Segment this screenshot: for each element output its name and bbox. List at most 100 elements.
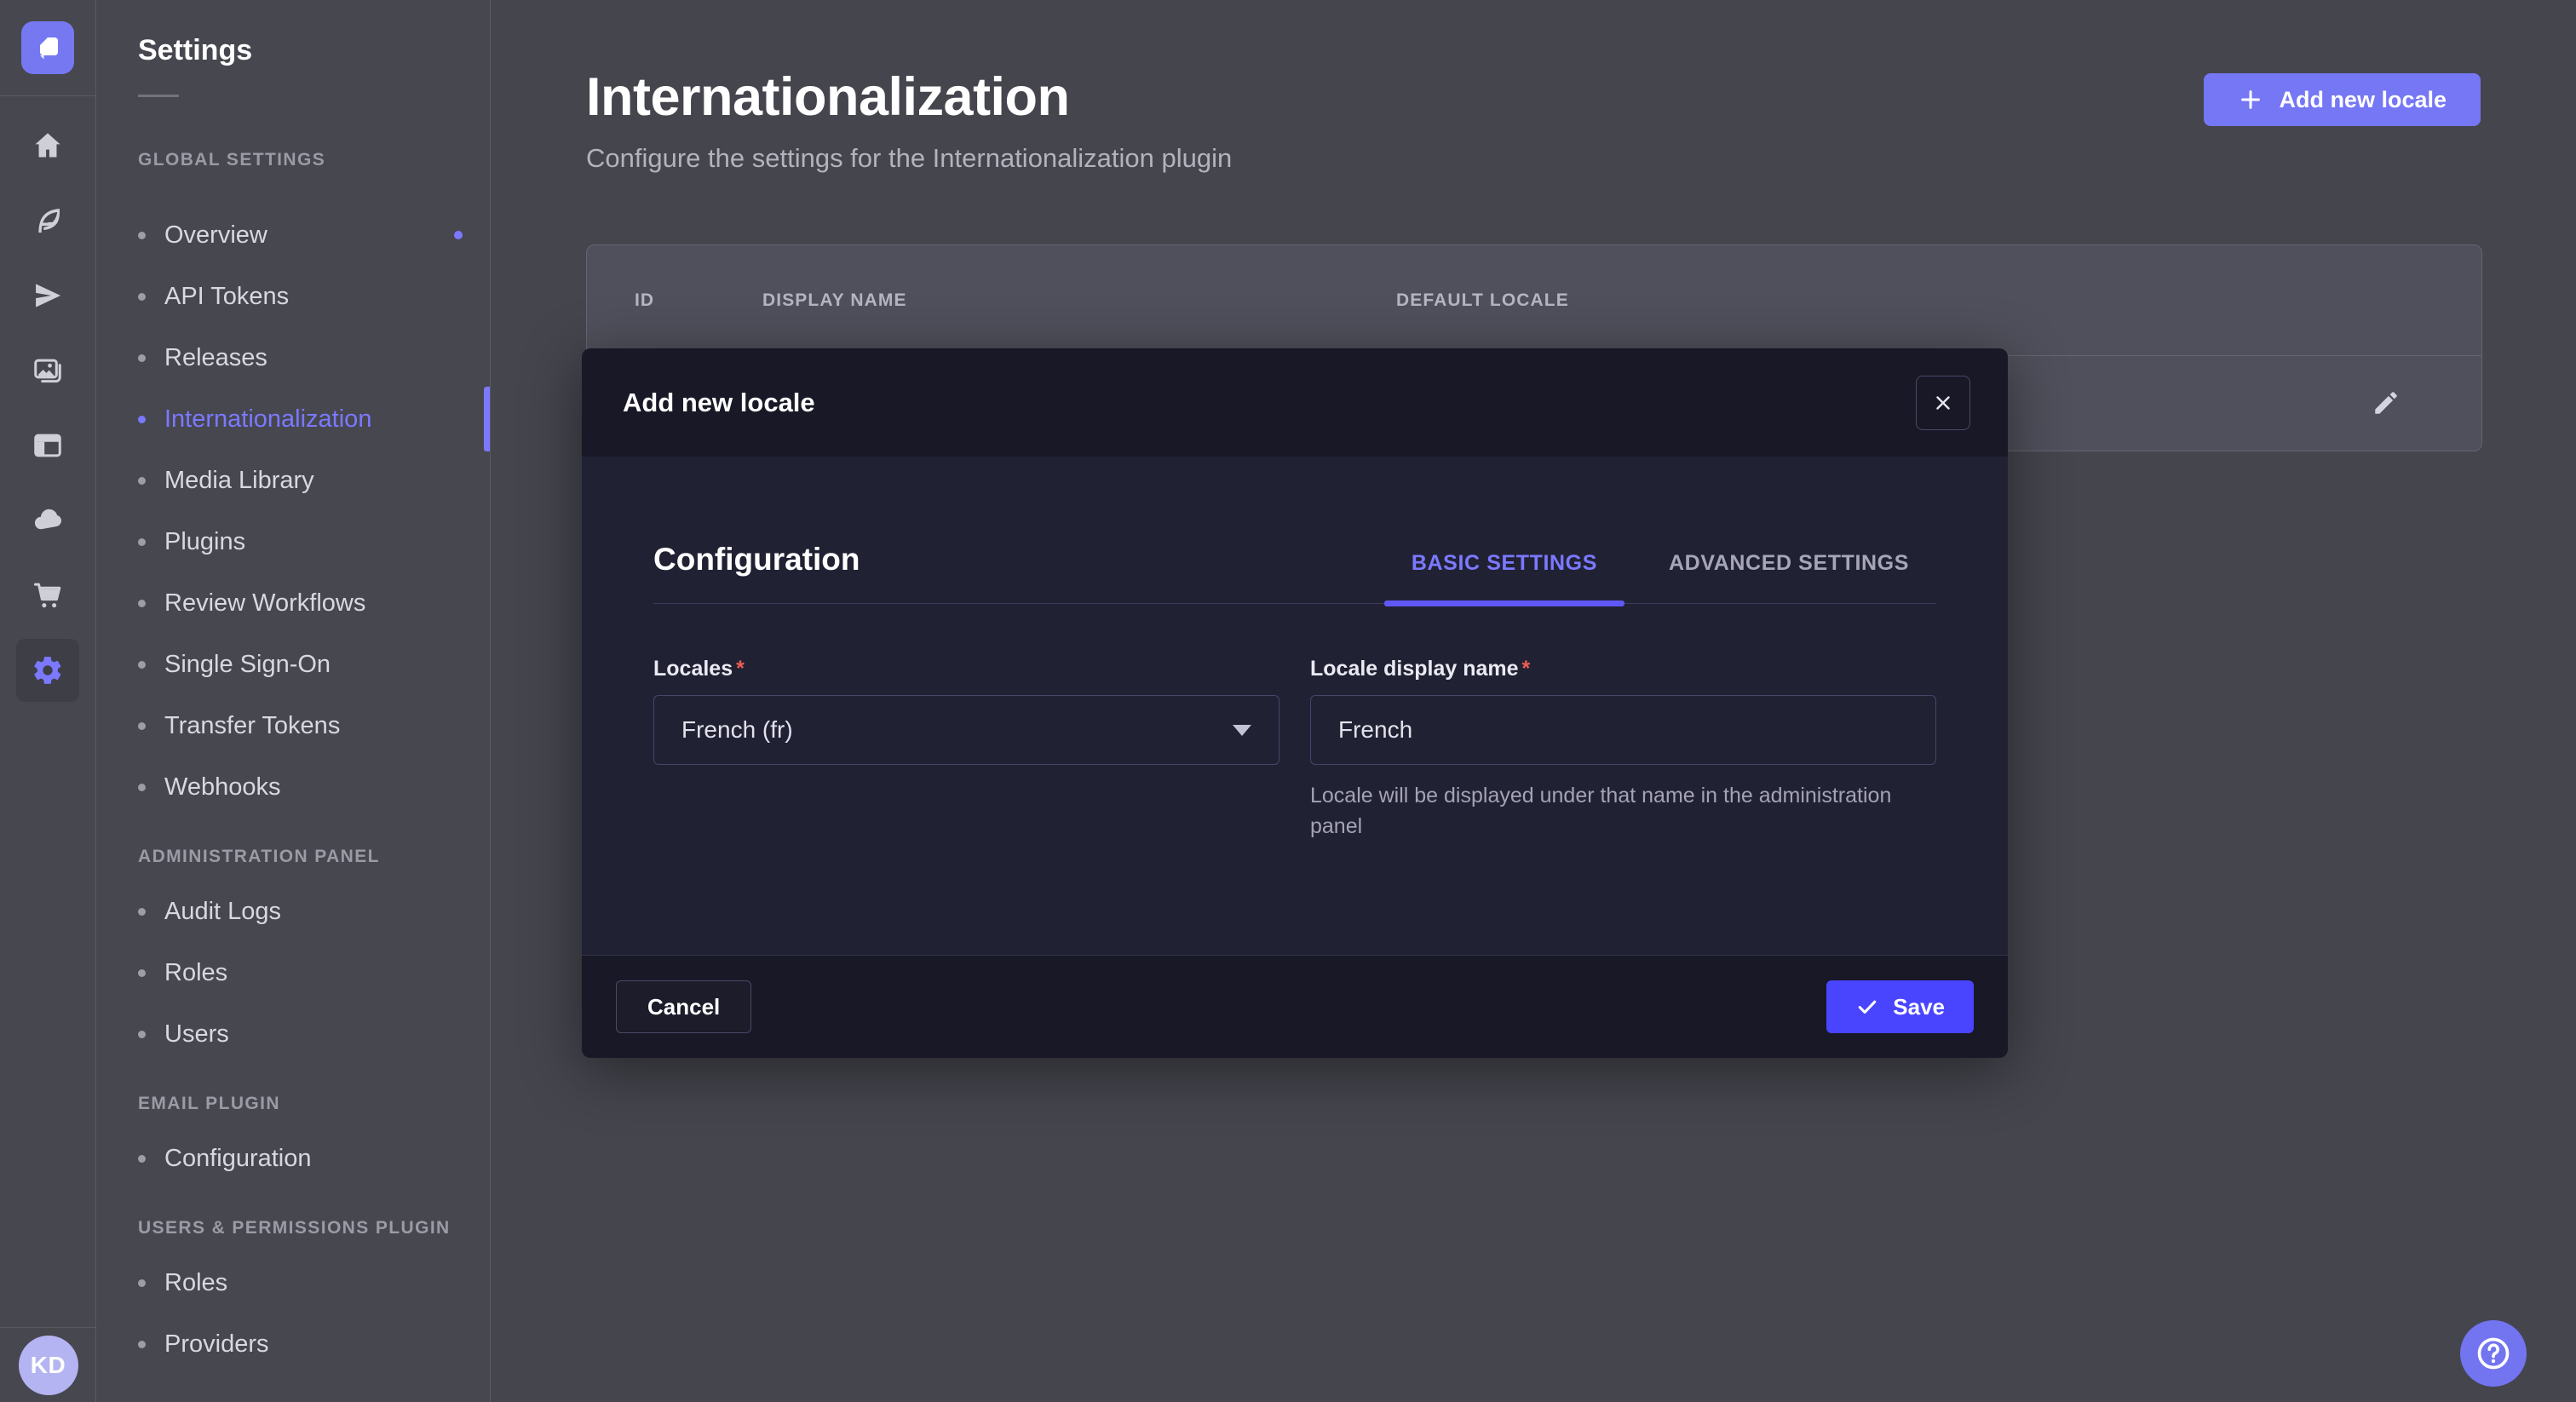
sidebar-item-review-workflows[interactable]: Review Workflows	[138, 572, 490, 634]
nav-items-email: Configuration	[138, 1128, 490, 1189]
nav-content-type-builder-link[interactable]	[0, 408, 96, 483]
strapi-logo-icon	[32, 32, 63, 63]
modal-fields: Locales* French (fr) Locale display name…	[653, 657, 1936, 842]
column-display-name: DISPLAY NAME	[762, 290, 1396, 311]
help-button[interactable]	[2460, 1320, 2527, 1387]
bullet-icon	[138, 1341, 146, 1348]
media-images-icon	[32, 354, 64, 387]
display-name-label-text: Locale display name	[1310, 657, 1519, 681]
sidebar-item-label: Configuration	[164, 1145, 312, 1173]
strapi-logo[interactable]	[21, 21, 74, 74]
sidebar-item-transfer-tokens[interactable]: Transfer Tokens	[138, 695, 490, 756]
add-new-locale-label: Add new locale	[2279, 87, 2447, 113]
sidebar-item-label: Providers	[164, 1330, 269, 1359]
sidebar-item-plugins[interactable]: Plugins	[138, 511, 490, 572]
home-icon	[32, 129, 64, 162]
save-button-label: Save	[1893, 994, 1945, 1020]
icon-rail: KD	[0, 0, 96, 1402]
sidebar-item-label: API Tokens	[164, 283, 289, 311]
sidebar-item-api-tokens[interactable]: API Tokens	[138, 266, 490, 327]
nav-media-library-link[interactable]	[0, 333, 96, 408]
save-button[interactable]: Save	[1826, 980, 1974, 1033]
modal-footer: Cancel Save	[582, 955, 2008, 1058]
bullet-icon	[138, 600, 146, 607]
bullet-icon	[138, 1155, 146, 1163]
feather-icon	[32, 204, 64, 237]
sidebar-item-webhooks[interactable]: Webhooks	[138, 756, 490, 818]
layout-icon	[32, 429, 64, 462]
sidebar-item-admin-roles[interactable]: Roles	[138, 942, 490, 1003]
sidebar-item-label: Overview	[164, 221, 267, 250]
nav-items-global: Overview API Tokens Releases Internation…	[138, 204, 490, 818]
pencil-icon	[2372, 388, 2401, 417]
required-asterisk: *	[736, 657, 745, 681]
sidebar-item-releases[interactable]: Releases	[138, 327, 490, 388]
rail-user-section: KD	[0, 1327, 96, 1402]
add-locale-modal: Add new locale Configuration BASIC SETTI…	[582, 348, 2008, 1058]
user-avatar[interactable]: KD	[19, 1336, 78, 1395]
locales-field: Locales* French (fr)	[653, 657, 1279, 842]
nav-content-link[interactable]	[0, 183, 96, 258]
sidebar-item-label: Releases	[164, 344, 267, 372]
title-divider	[138, 95, 179, 97]
nav-settings-link[interactable]	[0, 633, 96, 708]
sidebar-item-label: Review Workflows	[164, 589, 365, 618]
section-global-settings: GLOBAL SETTINGS	[138, 150, 490, 170]
display-name-input[interactable]: French	[1310, 695, 1936, 765]
sidebar-title: Settings	[138, 34, 490, 67]
locales-select[interactable]: French (fr)	[653, 695, 1279, 765]
sidebar-item-up-providers[interactable]: Providers	[138, 1313, 490, 1375]
sidebar-item-media-library[interactable]: Media Library	[138, 450, 490, 511]
bullet-icon	[138, 477, 146, 485]
sidebar-item-single-sign-on[interactable]: Single Sign-On	[138, 634, 490, 695]
sidebar-item-up-roles[interactable]: Roles	[138, 1252, 490, 1313]
bullet-icon	[138, 232, 146, 239]
sidebar-item-label: Roles	[164, 959, 227, 987]
edit-locale-button[interactable]	[2362, 379, 2410, 427]
nav-items-users-permissions: Roles Providers	[138, 1252, 490, 1375]
section-administration-panel: ADMINISTRATION PANEL	[138, 847, 490, 867]
paper-plane-icon	[32, 279, 64, 312]
sidebar-item-label: Audit Logs	[164, 898, 281, 926]
column-id: ID	[635, 290, 762, 311]
nav-items-admin: Audit Logs Roles Users	[138, 881, 490, 1065]
sidebar-item-label: Plugins	[164, 528, 245, 556]
sidebar-item-internationalization[interactable]: Internationalization	[138, 388, 490, 450]
modal-header: Add new locale	[582, 348, 2008, 457]
sidebar-item-overview[interactable]: Overview	[138, 204, 490, 266]
cancel-button[interactable]: Cancel	[616, 980, 751, 1033]
add-new-locale-button[interactable]: Add new locale	[2204, 73, 2481, 126]
sidebar-item-label: Webhooks	[164, 773, 281, 802]
tab-advanced-settings[interactable]: ADVANCED SETTINGS	[1642, 551, 1936, 603]
check-icon	[1855, 995, 1879, 1019]
sidebar-item-label: Single Sign-On	[164, 651, 331, 679]
bullet-icon	[138, 1031, 146, 1038]
bullet-icon	[138, 1279, 146, 1287]
workspace-logo-section	[0, 0, 95, 96]
bullet-icon	[138, 416, 146, 423]
bullet-icon	[138, 784, 146, 791]
display-name-label: Locale display name*	[1310, 657, 1936, 681]
nav-cloud-link[interactable]	[0, 483, 96, 558]
sidebar-item-admin-users[interactable]: Users	[138, 1003, 490, 1065]
modal-body: Configuration BASIC SETTINGS ADVANCED SE…	[582, 457, 2008, 955]
sidebar-item-email-configuration[interactable]: Configuration	[138, 1128, 490, 1189]
gear-icon	[32, 654, 64, 687]
configuration-header-row: Configuration BASIC SETTINGS ADVANCED SE…	[653, 542, 1936, 604]
page-subtitle: Configure the settings for the Internati…	[586, 143, 1232, 174]
nav-marketplace-link[interactable]	[0, 558, 96, 633]
modal-tabs: BASIC SETTINGS ADVANCED SETTINGS	[1384, 551, 1936, 603]
display-name-input-value: French	[1338, 716, 1412, 744]
nav-home-link[interactable]	[0, 108, 96, 183]
page-title: Internationalization	[586, 66, 1070, 128]
sidebar-item-label: Roles	[164, 1269, 227, 1297]
sidebar-item-audit-logs[interactable]: Audit Logs	[138, 881, 490, 942]
close-modal-button[interactable]	[1916, 376, 1970, 430]
notification-dot	[454, 231, 463, 239]
tab-basic-settings[interactable]: BASIC SETTINGS	[1384, 551, 1624, 603]
bullet-icon	[138, 661, 146, 669]
cloud-icon	[32, 504, 64, 537]
nav-deploy-link[interactable]	[0, 258, 96, 333]
configuration-title: Configuration	[653, 542, 860, 603]
settings-active-highlight	[16, 639, 79, 702]
